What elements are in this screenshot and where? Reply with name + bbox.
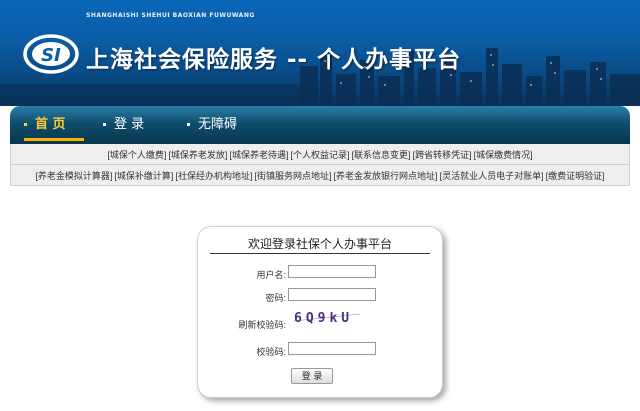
link-bank-branch-address[interactable]: 养老金发放银行网点地址 bbox=[334, 169, 438, 182]
site-title: 上海社会保险服务 -- 个人办事平台 bbox=[86, 47, 462, 73]
link-urban-pension-benefits[interactable]: 城保养老待遇 bbox=[229, 148, 288, 161]
password-label: 密码: bbox=[265, 293, 286, 303]
link-urban-pension-payout[interactable]: 城保养老发放 bbox=[168, 148, 227, 161]
refresh-captcha-label[interactable]: 刷新校验码: bbox=[218, 318, 286, 331]
password-input[interactable] bbox=[288, 288, 376, 301]
header-banner: SI SHANGHAISHI SHEHUI BAOXIAN FUWUWANG 上… bbox=[0, 0, 640, 106]
verify-code-label: 校验码: bbox=[256, 347, 286, 357]
linkbar-divider bbox=[10, 185, 630, 186]
nav-login[interactable]: 登 录 bbox=[103, 116, 144, 134]
svg-text:SI: SI bbox=[41, 45, 61, 66]
svg-text:6Q9kU: 6Q9kU bbox=[294, 311, 353, 325]
nav-bullet-icon bbox=[187, 123, 190, 126]
login-title-divider bbox=[210, 253, 430, 254]
nav-home-label: 首 页 bbox=[35, 117, 66, 132]
link-contact-info-change[interactable]: 联系信息变更 bbox=[352, 148, 411, 161]
link-cross-province-transfer[interactable]: 跨省转移凭证 bbox=[413, 148, 472, 161]
login-title: 欢迎登录社保个人办事平台 bbox=[247, 237, 392, 251]
link-payment-proof-verify[interactable]: 缴费证明验证 bbox=[546, 169, 605, 182]
link-back-payment-calc[interactable]: 城保补缴计算 bbox=[114, 169, 173, 182]
service-links-row-2: 养老金模拟计算器 城保补缴计算 社保经办机构地址 街镇服务网点地址 养老金发放银… bbox=[10, 165, 630, 185]
verify-code-input[interactable] bbox=[288, 342, 376, 355]
site-pinyin-subtitle: SHANGHAISHI SHEHUI BAOXIAN FUWUWANG bbox=[86, 12, 255, 19]
link-personal-rights-record[interactable]: 个人权益记录 bbox=[290, 148, 349, 161]
si-logo-icon: SI bbox=[23, 34, 79, 74]
nav-bullet-icon bbox=[103, 123, 106, 126]
username-input[interactable] bbox=[288, 265, 376, 278]
main-nav: 首 页 登 录 无障碍 bbox=[10, 106, 630, 144]
link-street-service-address[interactable]: 街镇服务网点地址 bbox=[254, 169, 331, 182]
login-panel: 欢迎登录社保个人办事平台 用户名: 密码: 刷新校验码: 6Q9kU 校验码: … bbox=[197, 226, 443, 398]
nav-accessibility[interactable]: 无障碍 bbox=[187, 116, 237, 134]
username-label: 用户名: bbox=[256, 270, 286, 280]
link-urban-personal-payment[interactable]: 城保个人缴费 bbox=[107, 148, 166, 161]
link-agency-address[interactable]: 社保经办机构地址 bbox=[175, 169, 252, 182]
active-tab-indicator bbox=[24, 138, 84, 141]
captcha-image[interactable]: 6Q9kU bbox=[290, 309, 364, 325]
login-submit-button[interactable]: 登 录 bbox=[291, 368, 333, 384]
link-pension-calculator[interactable]: 养老金模拟计算器 bbox=[35, 169, 112, 182]
nav-home[interactable]: 首 页 bbox=[24, 116, 66, 134]
link-urban-payment-status[interactable]: 城保缴费情况 bbox=[474, 148, 533, 161]
nav-bullet-icon bbox=[24, 123, 27, 126]
link-flexible-employment-statement[interactable]: 灵活就业人员电子对账单 bbox=[440, 169, 544, 182]
nav-login-label: 登 录 bbox=[114, 117, 145, 132]
nav-accessibility-label: 无障碍 bbox=[198, 117, 238, 132]
service-links-row-1: 城保个人缴费 城保养老发放 城保养老待遇 个人权益记录 联系信息变更 跨省转移凭… bbox=[10, 144, 630, 164]
